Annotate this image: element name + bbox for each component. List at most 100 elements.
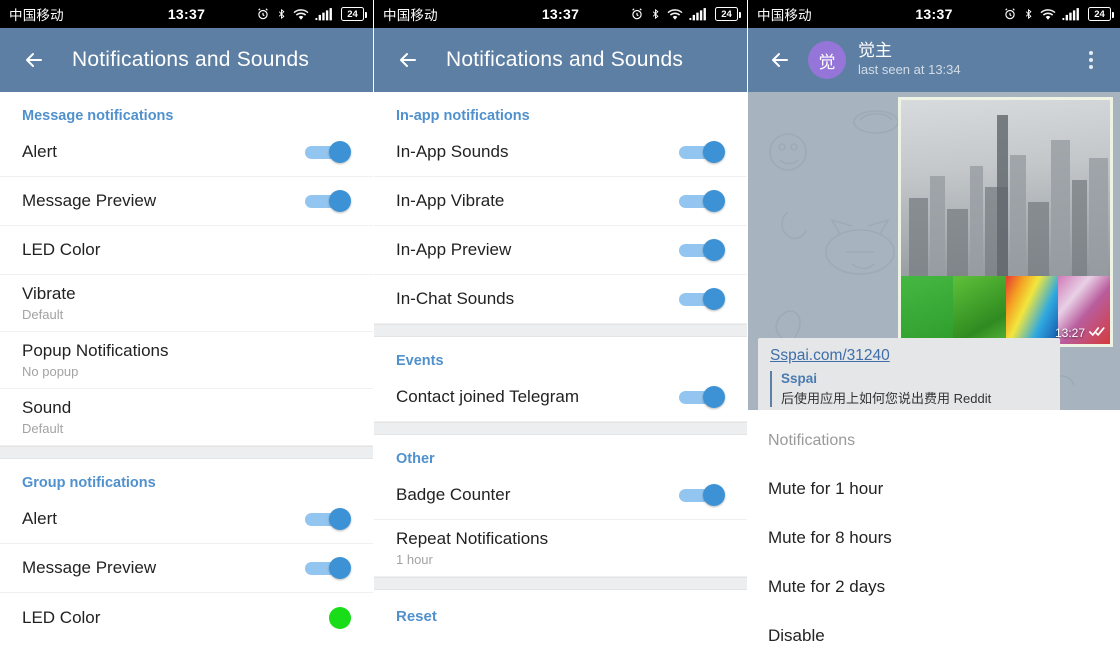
row-text-group: In-Chat Sounds <box>396 288 679 310</box>
row-reset[interactable]: Reset <box>374 590 747 626</box>
section-divider <box>374 422 747 435</box>
alarm-icon <box>256 7 270 21</box>
contact-name: 觉主 <box>858 40 892 60</box>
row-group-message-preview[interactable]: Message Preview <box>0 544 373 593</box>
row-group-alert[interactable]: Alert <box>0 495 373 544</box>
photo-thumbnail-strip: 13:27 <box>901 276 1110 344</box>
toggle-message-preview[interactable] <box>305 190 351 212</box>
message-meta: 13:27 <box>1055 326 1105 340</box>
menu-item-mute-8-hours[interactable]: Mute for 8 hours <box>748 513 1120 562</box>
photo-cityscape <box>901 100 1110 282</box>
row-vibrate[interactable]: Vibrate Default <box>0 275 373 332</box>
row-inapp-preview[interactable]: In-App Preview <box>374 226 747 275</box>
section-header-other: Other <box>396 451 435 467</box>
row-text-group: Alert <box>22 141 305 163</box>
row-repeat-notifications[interactable]: Repeat Notifications 1 hour <box>374 520 747 577</box>
row-led-color[interactable]: LED Color <box>0 226 373 275</box>
settings-list[interactable]: Message notifications Alert Message Prev… <box>0 92 373 661</box>
toggle-badge-counter[interactable] <box>679 484 725 506</box>
bluetooth-icon <box>1023 7 1034 21</box>
contact-last-seen: last seen at 13:34 <box>858 62 961 78</box>
menu-item-mute-2-days[interactable]: Mute for 2 days <box>748 562 1120 611</box>
row-label: LED Color <box>22 240 101 260</box>
status-bar: 中国移动 13:37 24 <box>374 0 747 28</box>
thumbnail-3 <box>1005 276 1058 344</box>
link-url[interactable]: Sspai.com/31240 <box>770 347 1048 365</box>
row-text-group: Message Preview <box>22 190 305 212</box>
thumbnail-4: 13:27 <box>1055 276 1110 344</box>
photo-message-bubble[interactable]: 13:27 <box>898 97 1113 347</box>
bluetooth-icon <box>276 7 287 21</box>
link-description: 后使用应用上如何您说出费用 Reddit <box>781 391 992 406</box>
back-arrow-icon[interactable] <box>14 40 54 80</box>
row-text-group: Sound Default <box>22 397 351 436</box>
section-divider <box>374 324 747 337</box>
row-inchat-sounds[interactable]: In-Chat Sounds <box>374 275 747 324</box>
toggle-inchat-sounds[interactable] <box>679 288 725 310</box>
row-text-group: LED Color <box>22 239 351 261</box>
row-message-preview[interactable]: Message Preview <box>0 177 373 226</box>
row-value: Default <box>22 306 64 322</box>
toggle-group-alert[interactable] <box>305 508 351 530</box>
double-check-icon <box>1089 326 1105 340</box>
app-bar: Notifications and Sounds <box>374 28 747 92</box>
back-arrow-icon[interactable] <box>388 40 428 80</box>
app-bar: Notifications and Sounds <box>0 28 373 92</box>
chat-header-texts: 觉主 last seen at 13:34 <box>858 41 961 79</box>
carrier-label: 中国移动 <box>9 8 64 23</box>
row-label: Alert <box>22 509 57 529</box>
row-label: LED Color <box>22 607 101 627</box>
section-header-group-notifications: Group notifications <box>22 475 156 491</box>
menu-item-mute-1-hour[interactable]: Mute for 1 hour <box>748 464 1120 513</box>
carrier-label: 中国移动 <box>383 8 438 23</box>
link-preview-body: Sspai 后使用应用上如何您说出费用 Reddit <box>770 371 1048 407</box>
screen-message-notifications: 中国移动 13:37 24 Notifications and Sounds M… <box>0 0 373 661</box>
wifi-icon <box>293 8 309 21</box>
row-label: Sound <box>22 398 72 417</box>
more-options-icon[interactable] <box>1074 41 1108 79</box>
row-group-led-color[interactable]: LED Color <box>0 593 373 642</box>
thumbnail-2 <box>953 276 1006 344</box>
wifi-icon <box>1040 8 1056 21</box>
battery-icon: 24 <box>715 7 741 21</box>
status-icons: 24 <box>256 7 367 21</box>
row-label: Repeat Notifications <box>396 529 549 548</box>
section-divider <box>0 446 373 459</box>
bluetooth-icon <box>650 7 661 21</box>
row-text-group: Message Preview <box>22 557 305 579</box>
toggle-inapp-preview[interactable] <box>679 239 725 261</box>
toggle-inapp-vibrate[interactable] <box>679 190 725 212</box>
row-label: In-App Sounds <box>396 142 509 162</box>
toggle-alert[interactable] <box>305 141 351 163</box>
toggle-inapp-sounds[interactable] <box>679 141 725 163</box>
status-bar: 中国移动 13:37 24 <box>748 0 1120 28</box>
row-label: Message Preview <box>22 558 157 578</box>
row-label: Contact joined Telegram <box>396 387 580 407</box>
chat-message-area: 13:27 Sspai.com/31240 Sspai 后使用应用上如何您说出费… <box>748 92 1120 410</box>
settings-list[interactable]: In-app notifications In-App Sounds In-Ap… <box>374 92 747 661</box>
back-arrow-icon[interactable] <box>760 40 800 80</box>
row-label: In-App Vibrate <box>396 191 505 211</box>
row-label: Vibrate <box>22 284 76 303</box>
toggle-contact-joined[interactable] <box>679 386 725 408</box>
row-inapp-vibrate[interactable]: In-App Vibrate <box>374 177 747 226</box>
led-color-swatch-icon[interactable] <box>329 606 351 629</box>
alarm-icon <box>1003 7 1017 21</box>
avatar[interactable]: 觉 <box>808 41 846 79</box>
signal-icon <box>315 7 335 21</box>
section-header-message-notifications: Message notifications <box>22 108 174 124</box>
row-popup-notifications[interactable]: Popup Notifications No popup <box>0 332 373 389</box>
row-text-group: Vibrate Default <box>22 283 351 322</box>
row-alert[interactable]: Alert <box>0 128 373 177</box>
menu-item-disable[interactable]: Disable <box>748 611 1120 660</box>
link-site-name: Sspai <box>781 371 818 386</box>
chat-app-bar: 觉 觉主 last seen at 13:34 <box>748 28 1120 92</box>
toggle-group-message-preview[interactable] <box>305 557 351 579</box>
signal-icon <box>1062 7 1082 21</box>
row-contact-joined-telegram[interactable]: Contact joined Telegram <box>374 373 747 422</box>
row-text-group: Repeat Notifications 1 hour <box>396 528 725 567</box>
row-badge-counter[interactable]: Badge Counter <box>374 471 747 520</box>
row-sound[interactable]: Sound Default <box>0 389 373 446</box>
row-inapp-sounds[interactable]: In-App Sounds <box>374 128 747 177</box>
link-preview-card[interactable]: Sspai.com/31240 Sspai 后使用应用上如何您说出费用 Redd… <box>758 338 1060 410</box>
